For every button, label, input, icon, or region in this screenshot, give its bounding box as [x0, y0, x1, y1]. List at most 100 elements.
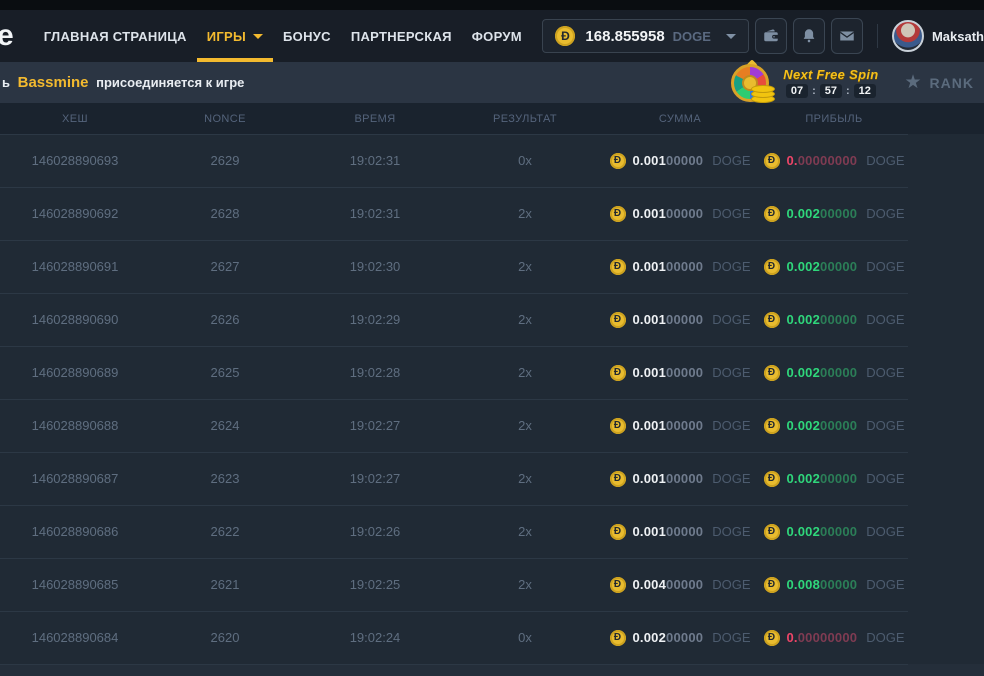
- notification-bar: ь Bassmine присоединяется к игре Next Fr…: [0, 62, 984, 103]
- doge-coin-icon: Đ: [764, 471, 780, 487]
- currency-label: DOGE: [712, 365, 750, 380]
- notifications-button[interactable]: [793, 18, 825, 54]
- free-spin-label: Next Free Spin: [783, 67, 878, 82]
- result-cell: 2x: [450, 418, 600, 433]
- nav-item-forum[interactable]: ФОРУМ: [462, 10, 532, 62]
- result-cell: 2x: [450, 259, 600, 274]
- profit-amount: 0.00200000: [787, 312, 858, 327]
- profit-cell: Đ 0.00800000 DOGE: [760, 577, 908, 593]
- time-cell: 19:02:31: [300, 153, 450, 168]
- table-row[interactable]: 146028890689 2625 19:02:28 2x Đ 0.001000…: [0, 346, 984, 399]
- result-cell: 2x: [450, 524, 600, 539]
- bet-amount: 0.00100000: [633, 259, 704, 274]
- result-cell: 0x: [450, 630, 600, 645]
- time-cell: 19:02:31: [300, 206, 450, 221]
- doge-coin-icon: Đ: [764, 153, 780, 169]
- partial-next-row: [0, 664, 984, 676]
- time-cell: 19:02:27: [300, 418, 450, 433]
- window-strip: [0, 0, 984, 10]
- profit-cell: Đ 0.00200000 DOGE: [760, 471, 908, 487]
- result-cell: 2x: [450, 471, 600, 486]
- star-icon: ★: [905, 73, 922, 92]
- nav-item-bonus[interactable]: БОНУС: [273, 10, 341, 62]
- profit-amount: 0.00000000: [787, 630, 858, 645]
- doge-coin-icon: Đ: [764, 206, 780, 222]
- envelope-icon: [838, 27, 856, 45]
- table-row[interactable]: 146028890685 2621 19:02:25 2x Đ 0.004000…: [0, 558, 984, 611]
- hash-cell: 146028890689: [0, 365, 150, 380]
- nonce-cell: 2620: [150, 630, 300, 645]
- notification-username[interactable]: Bassmine: [18, 74, 89, 91]
- nav-item-games[interactable]: ИГРЫ: [197, 10, 273, 62]
- doge-coin-icon: Đ: [610, 524, 626, 540]
- hash-cell: 146028890685: [0, 577, 150, 592]
- profit-amount: 0.00200000: [787, 471, 858, 486]
- currency-label: DOGE: [866, 630, 904, 645]
- timer-colon: :: [846, 85, 850, 97]
- rank-button[interactable]: ★ RANK: [905, 73, 975, 92]
- join-notification: ь Bassmine присоединяется к игре: [2, 74, 244, 91]
- topbar-right: Đ 168.855958 DOGE: [542, 18, 984, 54]
- hash-cell: 146028890684: [0, 630, 150, 645]
- bet-amount-cell: Đ 0.00100000 DOGE: [600, 259, 760, 275]
- header-profit: ПРИБЫЛЬ: [760, 113, 908, 125]
- doge-coin-icon: Đ: [610, 312, 626, 328]
- nonce-cell: 2621: [150, 577, 300, 592]
- header-amount: СУММА: [600, 113, 760, 125]
- free-spin-block[interactable]: Next Free Spin 07 : 57 : 12: [783, 67, 878, 98]
- currency-label: DOGE: [866, 312, 904, 327]
- header-hash: ХЕШ: [0, 113, 150, 125]
- currency-label: DOGE: [712, 471, 750, 486]
- currency-label: DOGE: [712, 418, 750, 433]
- nav-item-label: ГЛАВНАЯ СТРАНИЦА: [44, 29, 187, 44]
- currency-label: DOGE: [866, 153, 904, 168]
- main-nav: ГЛАВНАЯ СТРАНИЦА ИГРЫ БОНУС ПАРТНЕРСКАЯ …: [34, 10, 532, 62]
- nonce-cell: 2622: [150, 524, 300, 539]
- hash-cell: 146028890686: [0, 524, 150, 539]
- currency-label: DOGE: [712, 524, 750, 539]
- avatar[interactable]: [892, 20, 924, 52]
- profit-cell: Đ 0.00200000 DOGE: [760, 312, 908, 328]
- doge-coin-icon: Đ: [610, 471, 626, 487]
- wallet-button[interactable]: [755, 18, 787, 54]
- doge-coin-icon: Đ: [764, 259, 780, 275]
- table-row[interactable]: 146028890690 2626 19:02:29 2x Đ 0.001000…: [0, 293, 984, 346]
- divider: [877, 24, 878, 48]
- balance-selector[interactable]: Đ 168.855958 DOGE: [542, 19, 749, 53]
- wallet-icon: [762, 27, 780, 45]
- doge-coin-icon: Đ: [610, 153, 626, 169]
- bet-amount-cell: Đ 0.00100000 DOGE: [600, 365, 760, 381]
- bet-amount: 0.00100000: [633, 206, 704, 221]
- profit-amount: 0.00200000: [787, 524, 858, 539]
- hash-cell: 146028890693: [0, 153, 150, 168]
- page: e ГЛАВНАЯ СТРАНИЦА ИГРЫ БОНУС ПАРТНЕРСКА…: [0, 0, 984, 676]
- table-row[interactable]: 146028890687 2623 19:02:27 2x Đ 0.001000…: [0, 452, 984, 505]
- free-spin-wheel-icon[interactable]: [731, 62, 777, 103]
- nav-item-home[interactable]: ГЛАВНАЯ СТРАНИЦА: [34, 10, 197, 62]
- currency-label: DOGE: [866, 365, 904, 380]
- nonce-cell: 2623: [150, 471, 300, 486]
- table-row[interactable]: 146028890691 2627 19:02:30 2x Đ 0.001000…: [0, 240, 984, 293]
- table-row[interactable]: 146028890684 2620 19:02:24 0x Đ 0.002000…: [0, 611, 984, 664]
- username[interactable]: Maksath: [932, 29, 984, 44]
- site-logo[interactable]: e: [0, 10, 14, 62]
- hash-cell: 146028890691: [0, 259, 150, 274]
- doge-coin-icon: Đ: [764, 418, 780, 434]
- table-row[interactable]: 146028890686 2622 19:02:26 2x Đ 0.001000…: [0, 505, 984, 558]
- nav-item-label: ФОРУМ: [472, 29, 522, 44]
- profit-amount: 0.00200000: [787, 365, 858, 380]
- table-row[interactable]: 146028890688 2624 19:02:27 2x Đ 0.001000…: [0, 399, 984, 452]
- table-header: ХЕШ NONCE ВРЕМЯ РЕЗУЛЬТАТ СУММА ПРИБЫЛЬ: [0, 103, 984, 134]
- time-cell: 19:02:28: [300, 365, 450, 380]
- nav-item-label: ИГРЫ: [207, 29, 246, 44]
- header-time: ВРЕМЯ: [300, 113, 450, 125]
- hash-cell: 146028890687: [0, 471, 150, 486]
- nav-item-affiliate[interactable]: ПАРТНЕРСКАЯ: [341, 10, 462, 62]
- messages-button[interactable]: [831, 18, 863, 54]
- chevron-down-icon: [253, 34, 263, 39]
- table-row[interactable]: 146028890692 2628 19:02:31 2x Đ 0.001000…: [0, 187, 984, 240]
- profit-cell: Đ 0.00200000 DOGE: [760, 259, 908, 275]
- doge-coin-icon: Đ: [764, 577, 780, 593]
- bet-amount-cell: Đ 0.00100000 DOGE: [600, 153, 760, 169]
- table-row[interactable]: 146028890693 2629 19:02:31 0x Đ 0.001000…: [0, 134, 984, 187]
